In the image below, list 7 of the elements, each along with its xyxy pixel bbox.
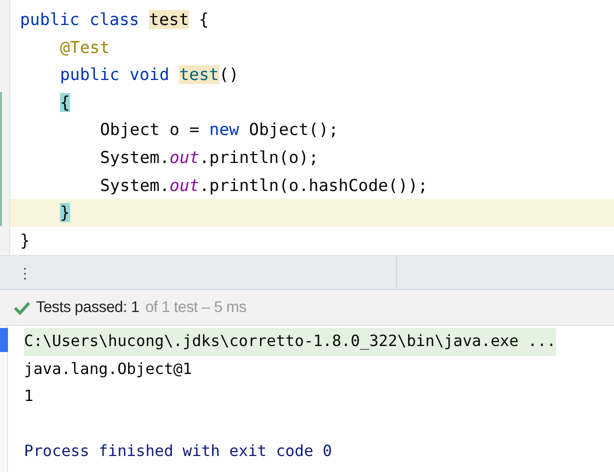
options-menu[interactable]: ⋮ (18, 256, 26, 289)
console-line: 1 (24, 386, 34, 407)
test-duration: of 1 test – 5 ms (145, 298, 246, 318)
selection-marker (0, 328, 8, 352)
tests-passed-summary: Tests passed: 1 (36, 298, 140, 318)
console-line: java.lang.Object@1 (24, 358, 192, 380)
console-line: Process finished with exit code 0 (24, 441, 332, 462)
